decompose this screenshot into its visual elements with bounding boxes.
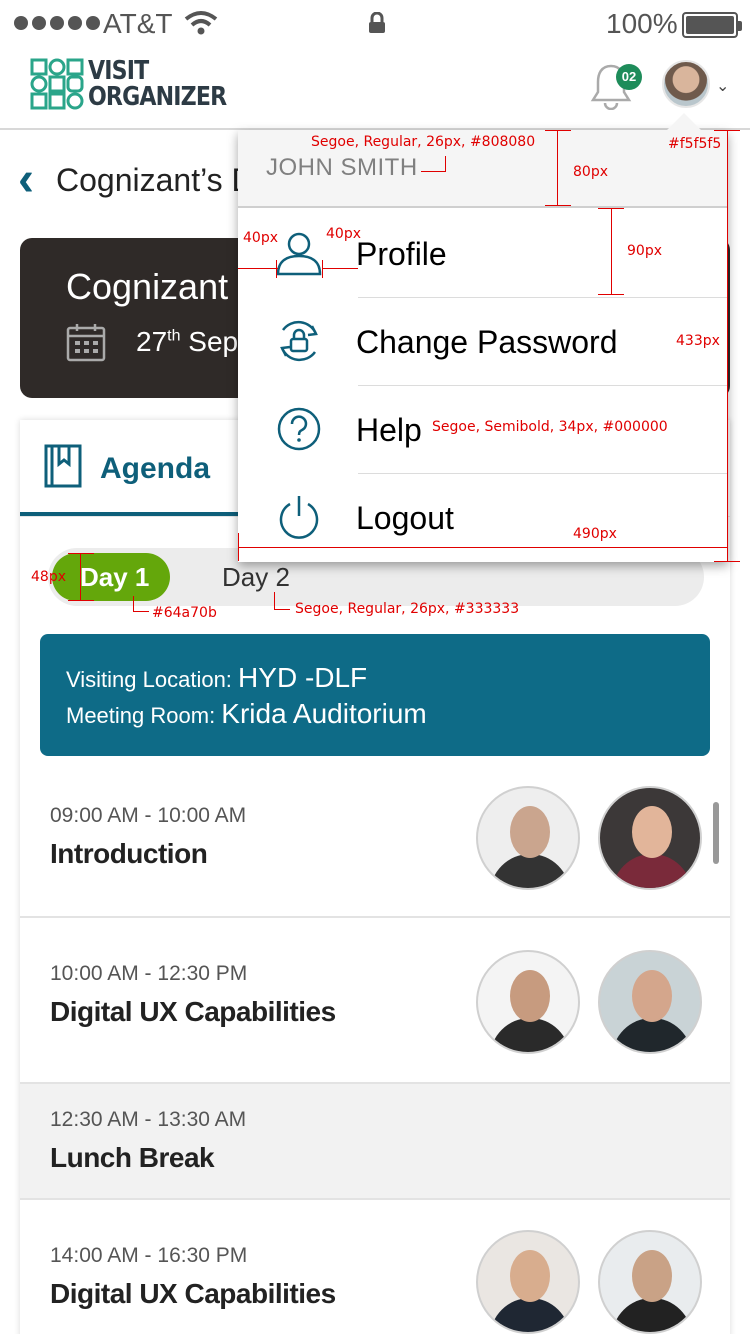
status-bar: AT&T 100% [0, 0, 750, 48]
annotation-h433: 433px [676, 333, 720, 349]
speaker-avatar[interactable] [598, 1230, 702, 1334]
speaker-avatar[interactable] [476, 1230, 580, 1334]
tab-agenda-label: Agenda [100, 452, 211, 485]
logo-icon [30, 58, 84, 110]
annotation-day1-color: #64a70b [152, 605, 217, 621]
day2-tab[interactable]: Day 2 [222, 562, 290, 593]
event-date: 27th Sep [136, 326, 239, 357]
speaker-avatar[interactable] [476, 786, 580, 890]
event-title: Cognizant [66, 266, 229, 307]
session-title: Digital UX Capabilities [50, 996, 336, 1027]
annotation-h90: 90px [627, 243, 662, 259]
question-icon [277, 407, 321, 451]
location-card: Visiting Location: HYD -DLF Meeting Room… [40, 634, 710, 756]
user-icon [276, 232, 322, 276]
menu-item-label: Profile [356, 236, 447, 272]
day1-pill[interactable]: Day 1 [52, 553, 170, 601]
back-arrow-icon[interactable]: ‹ [18, 156, 34, 204]
user-avatar[interactable] [662, 60, 710, 108]
session-title: Lunch Break [50, 1142, 215, 1173]
menu-item-label: Logout [356, 500, 454, 536]
dropdown-user-name: JOHN SMITH [266, 154, 418, 181]
battery-percent: 100% [606, 8, 678, 39]
annotation-day2-spec: Segoe, Regular, 26px, #333333 [295, 601, 520, 617]
annotation-w490: 490px [573, 526, 617, 542]
logo-text: VISIT ORGANIZER [88, 56, 227, 112]
session-row[interactable]: 09:00 AM - 10:00 AM Introduction [20, 774, 730, 918]
signal-icon [14, 16, 100, 30]
annotation-header-bg: #f5f5f5 [668, 136, 722, 152]
menu-item-label: Change Password [356, 324, 618, 360]
user-dropdown-menu: JOHN SMITH Profile Change Password Help [238, 113, 728, 562]
annotation-h80: 80px [573, 164, 608, 180]
speaker-avatar[interactable] [598, 786, 702, 890]
lock-refresh-icon [280, 320, 318, 362]
session-title: Introduction [50, 838, 208, 869]
lock-icon [369, 12, 385, 33]
session-time: 12:30 AM - 13:30 AM [50, 1108, 247, 1131]
carrier-label: AT&T [103, 8, 173, 39]
book-icon [44, 444, 82, 488]
wifi-icon [184, 11, 218, 35]
session-row[interactable]: 10:00 AM - 12:30 PM Digital UX Capabilit… [20, 918, 730, 1084]
meeting-room: Meeting Room: Krida Auditorium [66, 698, 427, 729]
annotation-w40a: 40px [243, 230, 278, 246]
speaker-avatar[interactable] [476, 950, 580, 1054]
notification-badge: 02 [616, 64, 642, 90]
annotation-h48: 48px [31, 569, 66, 585]
session-time: 09:00 AM - 10:00 AM [50, 804, 247, 827]
chevron-down-icon[interactable]: ⌄ [716, 76, 729, 96]
session-row[interactable]: 12:30 AM - 13:30 AM Lunch Break [20, 1084, 730, 1200]
page-title: Cognizant’s D [56, 162, 255, 198]
scrollbar[interactable] [713, 802, 719, 864]
session-time: 10:00 AM - 12:30 PM [50, 962, 248, 985]
session-title: Digital UX Capabilities [50, 1278, 336, 1309]
annotation-user-spec: Segoe, Regular, 26px, #808080 [311, 134, 536, 150]
menu-item-label: Help [356, 412, 422, 448]
session-time: 14:00 AM - 16:30 PM [50, 1244, 248, 1267]
annotation-help-spec: Segoe, Semibold, 34px, #000000 [432, 419, 668, 435]
session-row[interactable]: 14:00 AM - 16:30 PM Digital UX Capabilit… [20, 1200, 730, 1334]
power-icon [279, 496, 319, 539]
calendar-icon [66, 324, 106, 362]
menu-item-change-password[interactable]: Change Password [238, 298, 728, 386]
annotation-w40b: 40px [326, 226, 361, 242]
battery-icon [682, 12, 742, 38]
visiting-location: Visiting Location: HYD -DLF [66, 662, 368, 693]
app-header: VISIT ORGANIZER 02 ⌄ [0, 48, 750, 130]
speaker-avatar[interactable] [598, 950, 702, 1054]
menu-item-logout[interactable]: Logout [238, 474, 728, 562]
